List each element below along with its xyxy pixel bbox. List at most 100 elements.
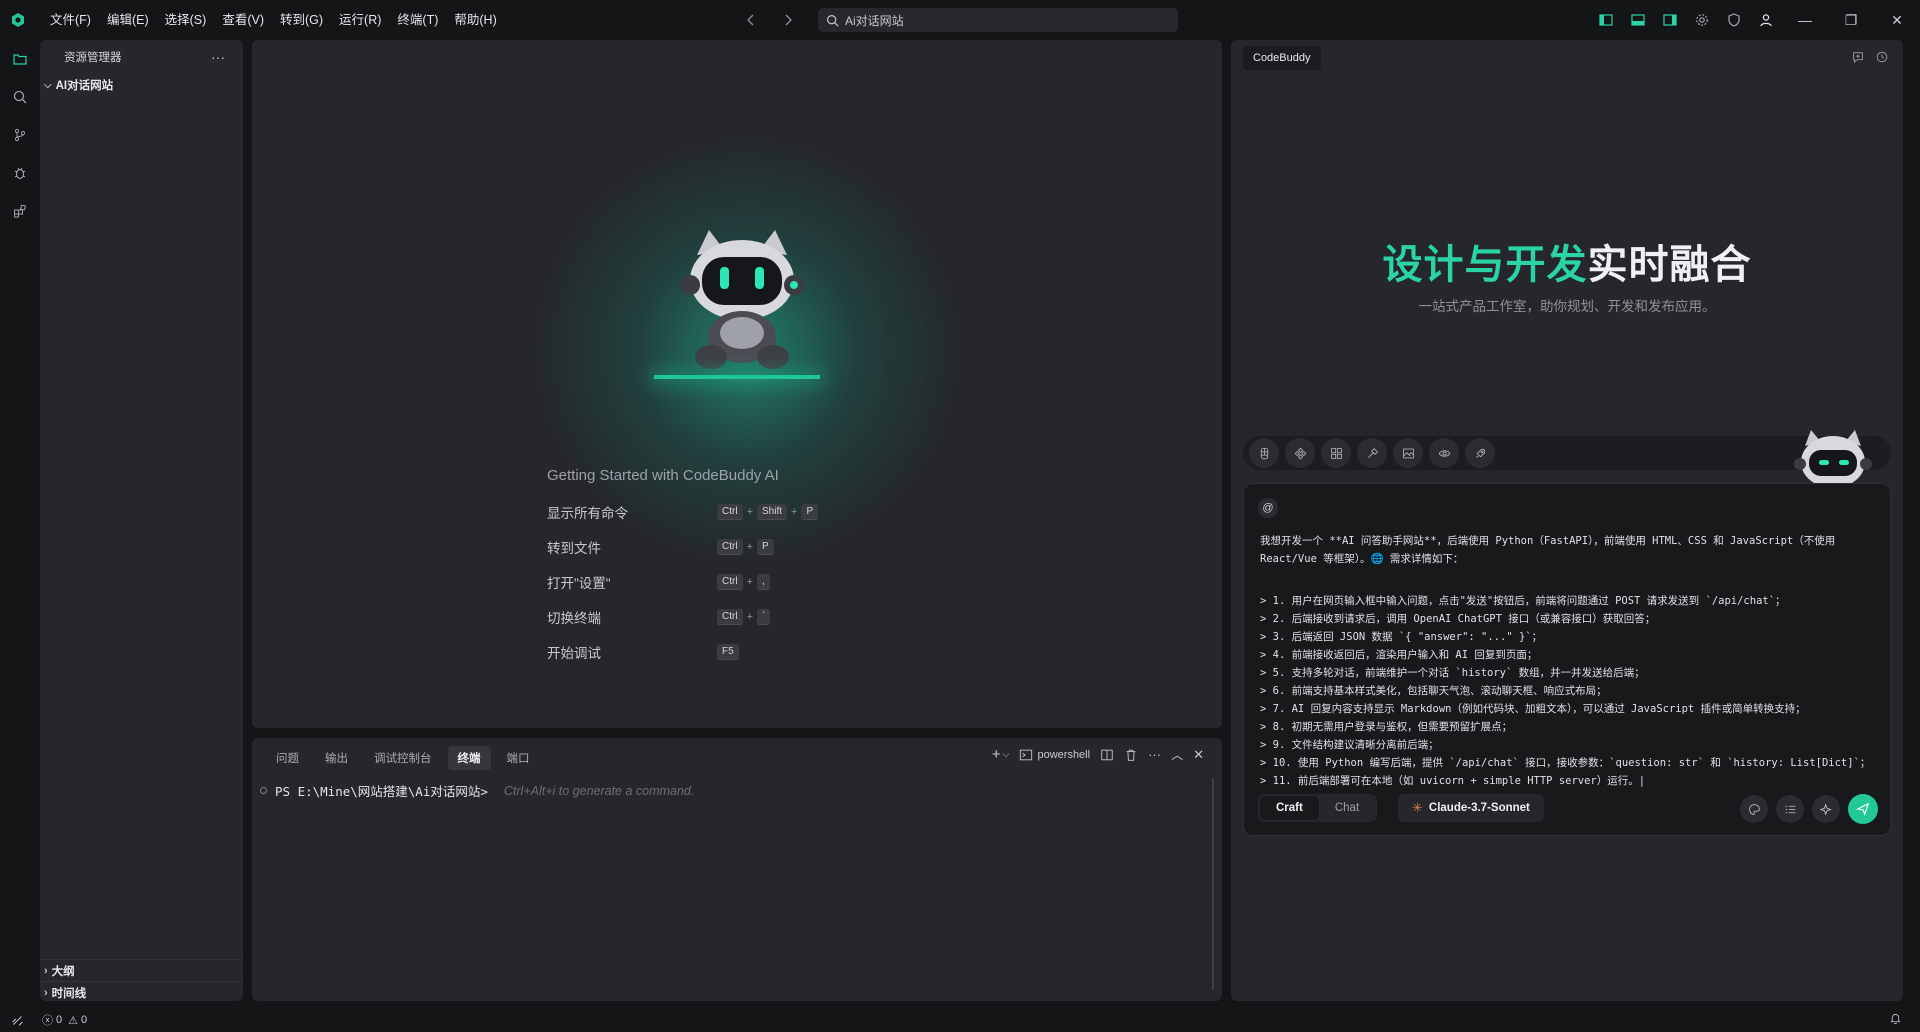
deploy-rocket-icon[interactable]: [1465, 438, 1495, 468]
debug-icon[interactable]: [0, 154, 40, 192]
settings-gear-icon[interactable]: [1686, 0, 1718, 40]
command-label: 开始调试: [547, 646, 601, 661]
extensions-icon[interactable]: [0, 192, 40, 230]
history-icon[interactable]: [1875, 50, 1889, 64]
send-button[interactable]: [1848, 794, 1878, 824]
arrow-right-icon[interactable]: [780, 12, 796, 28]
command-center-search[interactable]: Ai对话网站: [818, 8, 1178, 32]
tab-problems[interactable]: 问题: [266, 746, 309, 770]
tab-debug-console[interactable]: 调试控制台: [364, 746, 442, 770]
task-list-icon[interactable]: [1776, 795, 1804, 823]
requirement-line: > 9. 文件结构建议清晰分离前后端；: [1260, 739, 1439, 751]
timeline-section[interactable]: › 时间线: [40, 981, 243, 1003]
restore-icon[interactable]: ❐: [1828, 0, 1874, 40]
terminal-line[interactable]: PS E:\Mine\网站搭建\Ai对话网站> Ctrl+Alt+i to ge…: [260, 781, 694, 800]
key: `: [757, 609, 771, 625]
new-terminal-icon[interactable]: +: [992, 746, 1001, 763]
editor-welcome: Getting Started with CodeBuddy AI 显示所有命令…: [252, 40, 1222, 728]
integrations-icon[interactable]: [1321, 438, 1351, 468]
tab-output[interactable]: 输出: [315, 746, 358, 770]
shortcut-keys: Ctrl + `: [717, 609, 771, 625]
warning-count: 0: [81, 1014, 88, 1026]
command-start-debugging[interactable]: 开始调试 F5: [547, 642, 847, 662]
codebuddy-mascot-image: [680, 230, 804, 369]
image-icon[interactable]: [1393, 438, 1423, 468]
explorer-icon[interactable]: [0, 40, 40, 78]
close-panel-icon[interactable]: ✕: [1193, 747, 1204, 763]
outline-label: 大纲: [51, 965, 75, 978]
workspace-folder[interactable]: ⌵ AI对话网站: [40, 74, 243, 96]
model-selector[interactable]: ✳ Claude-3.7-Sonnet: [1398, 794, 1544, 822]
more-actions-icon[interactable]: ···: [211, 49, 225, 65]
problems-indicator[interactable]: ⓧ 0 ⚠ 0: [42, 1012, 87, 1028]
terminal-prompt: PS E:\Mine\网站搭建\Ai对话网站>: [275, 784, 488, 799]
key: Shift: [757, 504, 788, 520]
palette-icon[interactable]: [1740, 795, 1768, 823]
command-toggle-terminal[interactable]: 切换终端 Ctrl + `: [547, 607, 847, 627]
minimize-icon[interactable]: —: [1782, 0, 1828, 40]
close-window-icon[interactable]: ✕: [1874, 0, 1920, 40]
menu-go[interactable]: 转到(G): [272, 7, 331, 33]
command-go-to-file[interactable]: 转到文件 Ctrl + P: [547, 537, 847, 557]
toggle-secondary-sidebar-icon[interactable]: [1654, 0, 1686, 40]
requirement-line: > 7. AI 回复内容支持显示 Markdown（例如代码块、加粗文本），可以…: [1260, 703, 1806, 715]
command-show-all[interactable]: 显示所有命令 Ctrl + Shift + P: [547, 502, 847, 522]
prompt-intro[interactable]: 我想开发一个 **AI 问答助手网站**，后端使用 Python（FastAPI…: [1260, 532, 1880, 568]
command-label: 切换终端: [547, 611, 601, 626]
notifications-bell-icon[interactable]: [1889, 1012, 1902, 1025]
toggle-primary-sidebar-icon[interactable]: [1590, 0, 1622, 40]
account-icon[interactable]: [1750, 0, 1782, 40]
requirement-line: > 11. 前后端部署可在本地（如 uvicorn + simple HTTP …: [1260, 775, 1646, 787]
tools-icon[interactable]: [1357, 438, 1387, 468]
terminal-scrollbar[interactable]: [1212, 778, 1214, 990]
new-chat-icon[interactable]: [1851, 50, 1865, 64]
welcome-title: Getting Started with CodeBuddy AI: [547, 467, 779, 484]
model-name: Claude-3.7-Sonnet: [1428, 802, 1530, 814]
menu-run[interactable]: 运行(R): [331, 7, 389, 33]
more-actions-icon[interactable]: ···: [1148, 747, 1161, 762]
shield-icon[interactable]: [1718, 0, 1750, 40]
menu-view[interactable]: 查看(V): [214, 7, 272, 33]
tab-terminal[interactable]: 终端: [447, 746, 491, 770]
figma-icon[interactable]: [1249, 438, 1279, 468]
preview-eye-icon[interactable]: [1429, 438, 1459, 468]
menu-edit[interactable]: 编辑(E): [99, 7, 157, 33]
source-control-icon[interactable]: [0, 116, 40, 154]
menu-file[interactable]: 文件(F): [42, 7, 99, 33]
mode-craft[interactable]: Craft: [1260, 796, 1319, 820]
requirement-line: > 4. 前端接收返回后，渲染用户输入和 AI 回复到页面；: [1260, 649, 1538, 661]
mention-button[interactable]: @: [1258, 498, 1278, 518]
title-actions: — ❐ ✕: [1590, 0, 1920, 40]
maximize-panel-icon[interactable]: ︿: [1171, 746, 1183, 763]
search-icon: [827, 14, 839, 27]
enhance-sparkle-icon[interactable]: [1812, 795, 1840, 823]
error-icon: ⓧ: [42, 1015, 53, 1027]
requirement-line: > 1. 用户在网页输入框中输入问题，点击"发送"按钮后，前端将问题通过 POS…: [1260, 595, 1786, 607]
arrow-left-icon[interactable]: [743, 12, 759, 28]
prompt-requirements[interactable]: > 1. 用户在网页输入框中输入问题，点击"发送"按钮后，前端将问题通过 POS…: [1260, 592, 1880, 790]
command-open-settings[interactable]: 打开"设置" Ctrl + ,: [547, 572, 847, 592]
component-icon[interactable]: [1285, 438, 1315, 468]
trash-icon[interactable]: [1124, 748, 1138, 762]
command-label: 转到文件: [547, 541, 601, 556]
codebuddy-tab[interactable]: CodeBuddy: [1243, 46, 1321, 70]
folder-name: AI对话网站: [55, 80, 114, 92]
toggle-panel-icon[interactable]: [1622, 0, 1654, 40]
key: F5: [717, 644, 739, 660]
hero-subtitle: 一站式产品工作室，助你规划、开发和发布应用。: [1418, 299, 1716, 314]
menu-help[interactable]: 帮助(H): [446, 7, 504, 33]
mode-chat[interactable]: Chat: [1319, 796, 1375, 820]
panel-tabs: 问题 输出 调试控制台 终端 端口: [266, 746, 540, 770]
menu-selection[interactable]: 选择(S): [157, 7, 215, 33]
terminal-shell-selector[interactable]: powershell: [1019, 748, 1090, 762]
remote-indicator-icon[interactable]: [0, 1008, 34, 1032]
chat-input-card[interactable]: @ 我想开发一个 **AI 问答助手网站**，后端使用 Python（FastA…: [1243, 483, 1891, 836]
mini-mascot-image: [1794, 430, 1872, 484]
menu-terminal[interactable]: 终端(T): [389, 7, 446, 33]
search-icon[interactable]: [0, 78, 40, 116]
split-terminal-icon[interactable]: [1100, 748, 1114, 762]
chevron-down-icon[interactable]: ⌵: [1003, 749, 1010, 760]
tab-ports[interactable]: 端口: [497, 746, 540, 770]
command-label: 打开"设置": [547, 576, 611, 591]
outline-section[interactable]: › 大纲: [40, 959, 243, 981]
